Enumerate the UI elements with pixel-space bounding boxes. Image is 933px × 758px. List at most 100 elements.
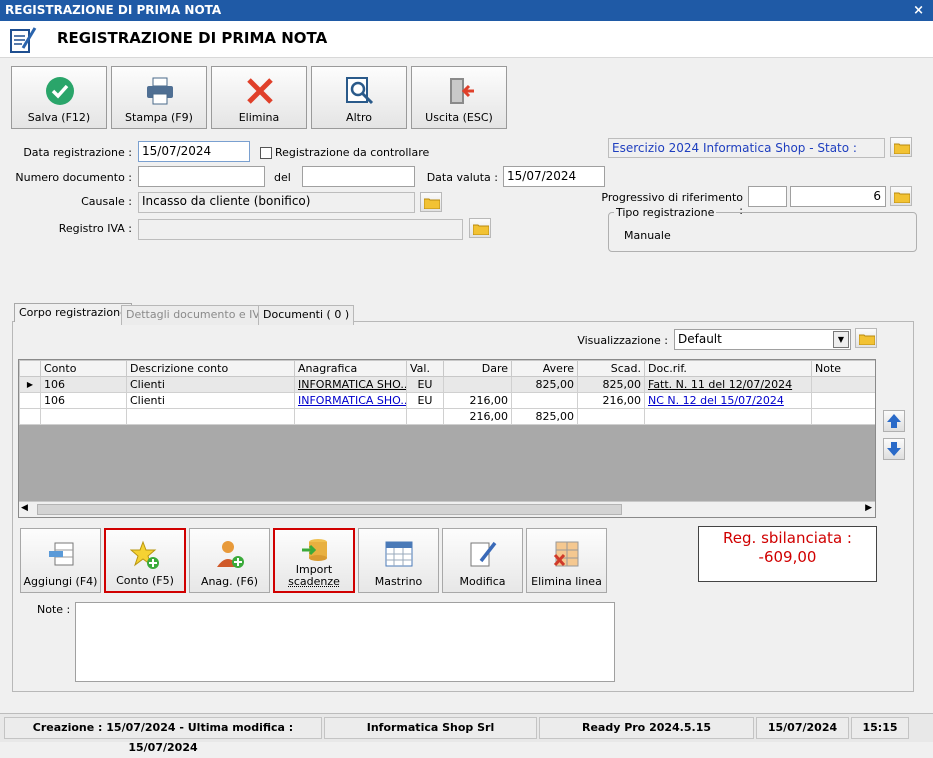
cell-docrif-link[interactable]: Fatt. N. 11 del 12/07/2024 [644, 376, 812, 393]
import-scadenze-button[interactable]: Import scadenze [273, 528, 355, 593]
del-date-input[interactable] [302, 166, 415, 187]
add-row-icon [49, 542, 74, 566]
grid-header-row: Conto Descrizione conto Anagrafica Val. … [19, 360, 875, 377]
status-dates: Creazione : 15/07/2024 - Ultima modifica… [4, 717, 322, 754]
chevron-down-icon[interactable]: ▼ [833, 331, 849, 348]
add-line-button[interactable]: Aggiungi (F4) [20, 528, 101, 593]
header-avere[interactable]: Avere [511, 360, 578, 377]
cell-note[interactable] [811, 392, 875, 409]
edit-pencil-icon [470, 541, 497, 567]
cell-avere[interactable]: 825,00 [511, 376, 578, 393]
arrow-up-icon [887, 414, 901, 428]
table-row[interactable]: 106 Clienti INFORMATICA SHO... EU 216,00… [19, 392, 875, 409]
header-docrif[interactable]: Doc.rif. [644, 360, 812, 377]
move-up-button[interactable] [883, 410, 905, 432]
data-registrazione-input[interactable]: 15/07/2024 [138, 141, 250, 162]
cell-anagrafica-link[interactable]: INFORMATICA SHO... [294, 392, 407, 409]
cell-dare[interactable] [443, 376, 512, 393]
cell-avere[interactable] [511, 392, 578, 409]
tab-dettagli-documento[interactable]: Dettagli documento e IVA [121, 305, 272, 325]
status-company: Informatica Shop Srl [324, 717, 537, 739]
progressivo-input-b[interactable]: 6 [790, 186, 886, 207]
exit-button[interactable]: Uscita (ESC) [411, 66, 507, 129]
esercizio-field: Esercizio 2024 Informatica Shop - Stato … [608, 138, 885, 158]
da-controllare-checkbox[interactable] [260, 147, 272, 159]
totals-blank [577, 408, 645, 425]
row-marker-icon: ▶ [19, 376, 41, 393]
mastrino-button[interactable]: Mastrino [358, 528, 439, 593]
header-val[interactable]: Val. [406, 360, 444, 377]
move-down-button[interactable] [883, 438, 905, 460]
total-avere: 825,00 [511, 408, 578, 425]
modifica-button[interactable]: Modifica [442, 528, 523, 593]
balance-label: Reg. sbilanciata : [723, 529, 852, 547]
header-dare[interactable]: Dare [443, 360, 512, 377]
cell-scad[interactable]: 216,00 [577, 392, 645, 409]
row-marker [19, 392, 41, 409]
folder-icon [859, 334, 875, 345]
anagrafica-button[interactable]: Anag. (F6) [189, 528, 270, 593]
visualizzazione-label: Visualizzazione : [577, 334, 668, 347]
progressivo-input-a[interactable] [748, 186, 787, 207]
del-label: del [274, 171, 291, 184]
printer-icon [147, 77, 173, 105]
save-button[interactable]: Salva (F12) [11, 66, 107, 129]
cell-anagrafica-link[interactable]: INFORMATICA SHO... [294, 376, 407, 393]
header-marker [19, 360, 41, 377]
status-version: Ready Pro 2024.5.15 [539, 717, 754, 739]
cell-val[interactable]: EU [406, 376, 444, 393]
header-note[interactable]: Note [811, 360, 875, 377]
header-scad[interactable]: Scad. [577, 360, 645, 377]
header-descrizione[interactable]: Descrizione conto [126, 360, 295, 377]
folder-icon [894, 143, 910, 154]
status-date: 15/07/2024 [756, 717, 849, 739]
database-import-icon [302, 539, 327, 561]
horizontal-scrollbar[interactable]: ◀ ▶ [19, 501, 875, 517]
cell-scad[interactable]: 825,00 [577, 376, 645, 393]
other-button[interactable]: Altro [311, 66, 407, 129]
check-icon [46, 77, 74, 105]
cell-descrizione[interactable]: Clienti [126, 392, 295, 409]
note-textarea[interactable] [75, 602, 615, 682]
cell-conto[interactable]: 106 [40, 392, 127, 409]
cell-val[interactable]: EU [406, 392, 444, 409]
cell-conto[interactable]: 106 [40, 376, 127, 393]
tab-corpo-registrazione[interactable]: Corpo registrazione [14, 303, 132, 322]
causale-input[interactable]: Incasso da cliente (bonifico) [138, 192, 415, 213]
conto-button[interactable]: Conto (F5) [104, 528, 186, 593]
cell-docrif-link[interactable]: NC N. 12 del 15/07/2024 [644, 392, 812, 409]
tab-documenti[interactable]: Documenti ( 0 ) [258, 305, 355, 325]
progressivo-lookup-button[interactable] [890, 186, 912, 206]
esercizio-lookup-button[interactable] [890, 137, 912, 157]
registro-iva-lookup-button[interactable] [469, 218, 491, 238]
registro-iva-label: Registro IVA : [58, 222, 132, 235]
registro-iva-input[interactable] [138, 219, 463, 240]
totals-blank [811, 408, 875, 425]
delete-button[interactable]: Elimina [211, 66, 307, 129]
data-valuta-label: Data valuta : [426, 171, 498, 184]
header-conto[interactable]: Conto [40, 360, 127, 377]
print-button[interactable]: Stampa (F9) [111, 66, 207, 129]
table-row[interactable]: ▶ 106 Clienti INFORMATICA SHO... EU 825,… [19, 376, 875, 393]
window-title-bar: REGISTRAZIONE DI PRIMA NOTA × [0, 0, 933, 21]
import-scadenze-label: Import scadenze [275, 564, 353, 588]
header-anagrafica[interactable]: Anagrafica [294, 360, 407, 377]
numero-documento-input[interactable] [138, 166, 265, 187]
star-add-icon [130, 540, 159, 569]
cell-dare[interactable]: 216,00 [443, 392, 512, 409]
elimina-linea-button[interactable]: Elimina linea [526, 528, 607, 593]
scrollbar-thumb[interactable] [37, 504, 622, 515]
delete-row-icon [553, 541, 579, 567]
visualizzazione-select[interactable]: Default ▼ [674, 329, 851, 350]
balance-value: -609,00 [758, 548, 817, 566]
cell-descrizione[interactable]: Clienti [126, 376, 295, 393]
cell-note[interactable] [811, 376, 875, 393]
scroll-left-icon[interactable]: ◀ [21, 503, 28, 513]
causale-lookup-button[interactable] [420, 192, 442, 212]
numero-documento-label: Numero documento : [15, 171, 132, 184]
entries-grid: Conto Descrizione conto Anagrafica Val. … [18, 359, 876, 518]
visualizzazione-lookup-button[interactable] [855, 328, 877, 348]
scroll-right-icon[interactable]: ▶ [865, 503, 872, 513]
close-icon[interactable]: × [913, 0, 924, 21]
data-valuta-input[interactable]: 15/07/2024 [503, 166, 605, 187]
